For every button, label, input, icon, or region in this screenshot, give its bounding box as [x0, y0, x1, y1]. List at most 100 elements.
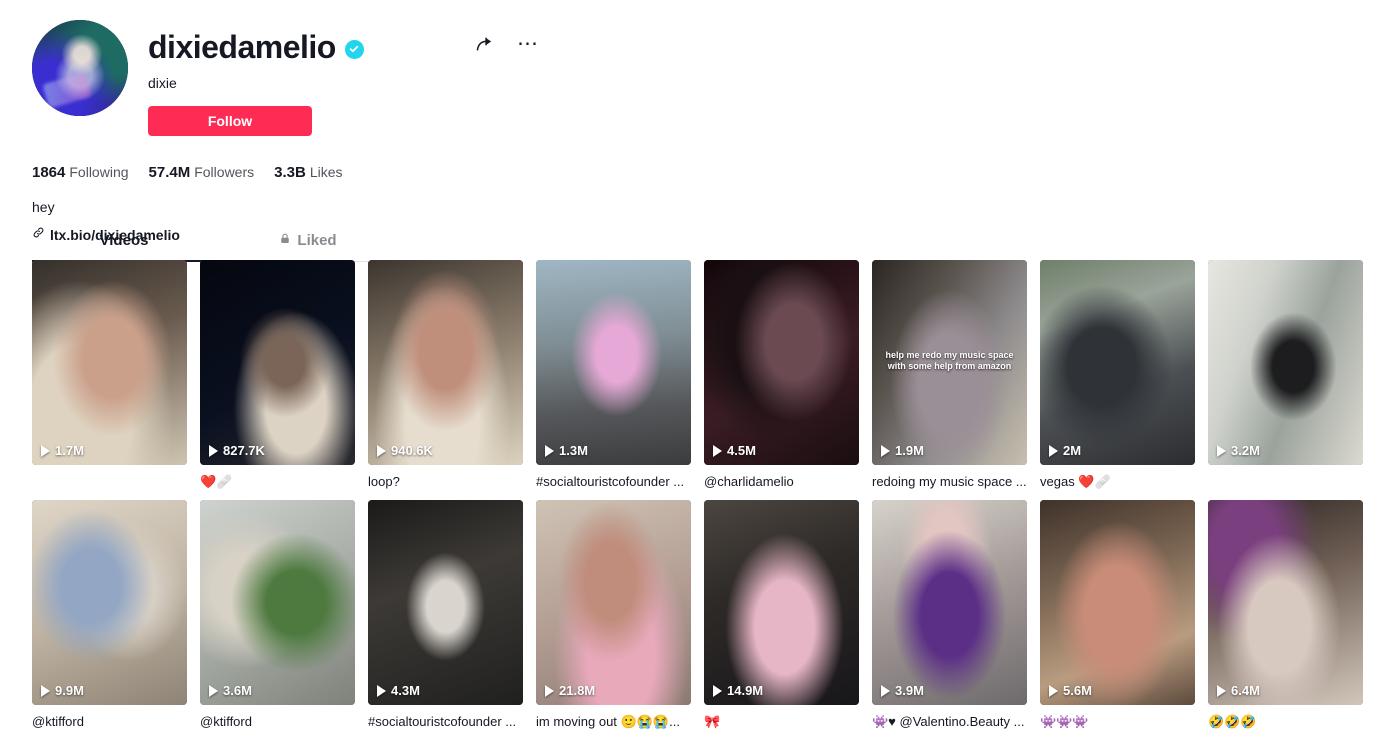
follow-button[interactable]: Follow: [148, 106, 312, 136]
video-thumbnail[interactable]: help me redo my music space with some he…: [872, 260, 1027, 465]
video-cell: 827.7K ❤️🩹: [200, 260, 355, 490]
video-cell: help me redo my music space with some he…: [872, 260, 1027, 490]
play-count: 4.3M: [377, 683, 420, 698]
video-cell: 3.6M @ktifford: [200, 500, 355, 730]
video-caption[interactable]: #socialtouristcofounder ...: [536, 473, 691, 490]
thumbnail-image: [872, 500, 1027, 705]
play-count-value: 1.3M: [559, 443, 588, 458]
share-icon[interactable]: [472, 32, 496, 56]
video-thumbnail[interactable]: 940.6K: [368, 260, 523, 465]
video-thumbnail[interactable]: 1.7M: [32, 260, 187, 465]
stat-followers[interactable]: 57.4M Followers: [149, 164, 255, 181]
play-count-value: 5.6M: [1063, 683, 1092, 698]
video-caption[interactable]: @ktifford: [200, 713, 355, 730]
video-thumbnail[interactable]: 9.9M: [32, 500, 187, 705]
play-count: 3.2M: [1217, 443, 1260, 458]
video-caption[interactable]: loop?: [368, 473, 523, 490]
video-grid: 1.7M 827.7K ❤️🩹 940.6K loop? 1.3M #socialtouri…: [32, 260, 1378, 730]
play-count-value: 4.3M: [391, 683, 420, 698]
tab-videos-label: Videos: [99, 232, 149, 249]
video-caption[interactable]: 👾👾👾: [1040, 713, 1195, 730]
video-cell: 940.6K loop?: [368, 260, 523, 490]
play-count-value: 21.8M: [559, 683, 596, 698]
play-icon: [1049, 444, 1058, 457]
video-thumbnail[interactable]: 4.5M: [704, 260, 859, 465]
lock-icon: [279, 232, 291, 249]
play-count-value: 827.7K: [223, 443, 265, 458]
video-thumbnail[interactable]: 827.7K: [200, 260, 355, 465]
video-thumbnail[interactable]: 1.3M: [536, 260, 691, 465]
video-cell: 14.9M 🎀: [704, 500, 859, 730]
thumbnail-image: [32, 500, 187, 705]
video-thumbnail[interactable]: 5.6M: [1040, 500, 1195, 705]
video-thumbnail[interactable]: 21.8M: [536, 500, 691, 705]
more-options-icon[interactable]: ⋯: [516, 32, 540, 56]
tab-liked[interactable]: Liked: [216, 224, 400, 261]
video-cell: 5.6M 👾👾👾: [1040, 500, 1195, 730]
thumbnail-image: [536, 260, 691, 465]
video-cell: 4.3M #socialtouristcofounder ...: [368, 500, 523, 730]
play-count: 1.3M: [545, 443, 588, 458]
play-count: 940.6K: [377, 443, 433, 458]
thumbnail-image: [200, 500, 355, 705]
video-caption[interactable]: redoing my music space ...: [872, 473, 1027, 490]
video-caption[interactable]: ❤️🩹: [200, 473, 355, 490]
video-cell: 2M vegas ❤️🩹: [1040, 260, 1195, 490]
page-title: dixiedamelio: [148, 29, 336, 65]
play-count-value: 3.9M: [895, 683, 924, 698]
thumbnail-image: [536, 500, 691, 705]
video-caption[interactable]: vegas ❤️🩹: [1040, 473, 1195, 490]
video-caption[interactable]: @charlidamelio: [704, 473, 859, 490]
video-caption[interactable]: im moving out 🙂😭😭...: [536, 713, 691, 730]
video-caption[interactable]: 👾♥ @Valentino.Beauty ...: [872, 713, 1027, 730]
bio-text: hey: [32, 199, 55, 215]
play-count-value: 9.9M: [55, 683, 84, 698]
stats-row: 1864 Following 57.4M Followers 3.3B Likes: [32, 164, 1352, 181]
avatar[interactable]: [32, 20, 128, 116]
header-actions: ⋯: [472, 32, 540, 56]
thumbnail-image: [200, 260, 355, 465]
following-count: 1864: [32, 164, 66, 181]
play-count: 3.9M: [881, 683, 924, 698]
following-label: Following: [69, 164, 129, 180]
thumbnail-overlay-text: help me redo my music space with some he…: [885, 350, 1014, 372]
video-thumbnail[interactable]: 14.9M: [704, 500, 859, 705]
play-count: 4.5M: [713, 443, 756, 458]
tiktok-profile-page: dixiedamelio dixie Follow ⋯ 1864 Followi…: [0, 0, 1378, 744]
video-thumbnail[interactable]: 4.3M: [368, 500, 523, 705]
likes-label: Likes: [309, 164, 343, 180]
profile-tabs: Videos Liked: [32, 224, 400, 262]
tab-videos[interactable]: Videos: [32, 224, 216, 262]
play-count-value: 3.2M: [1231, 443, 1260, 458]
video-caption[interactable]: #socialtouristcofounder ...: [368, 713, 523, 730]
profile-header: dixiedamelio dixie Follow ⋯ 1864 Followi…: [32, 20, 1352, 244]
video-thumbnail[interactable]: 2M: [1040, 260, 1195, 465]
video-thumbnail[interactable]: 6.4M: [1208, 500, 1363, 705]
play-count-value: 2M: [1063, 443, 1082, 458]
followers-label: Followers: [194, 164, 255, 180]
video-thumbnail[interactable]: 3.2M: [1208, 260, 1363, 465]
play-icon: [209, 444, 218, 457]
username-line: dixiedamelio: [148, 28, 1352, 66]
stat-following[interactable]: 1864 Following: [32, 164, 129, 181]
identity-row: dixiedamelio dixie Follow ⋯: [32, 20, 1352, 136]
thumbnail-image: [32, 260, 187, 465]
play-count-value: 1.9M: [895, 443, 924, 458]
play-count: 1.7M: [41, 443, 84, 458]
play-count: 1.9M: [881, 443, 924, 458]
play-count: 827.7K: [209, 443, 265, 458]
video-thumbnail[interactable]: 3.9M: [872, 500, 1027, 705]
video-caption[interactable]: @ktifford: [32, 713, 187, 730]
play-icon: [1217, 684, 1226, 697]
tab-liked-label: Liked: [297, 232, 337, 249]
play-count-value: 14.9M: [727, 683, 764, 698]
play-icon: [41, 444, 50, 457]
thumbnail-image: [1040, 260, 1195, 465]
video-cell: 4.5M @charlidamelio: [704, 260, 859, 490]
video-cell: 1.7M: [32, 260, 187, 490]
video-thumbnail[interactable]: 3.6M: [200, 500, 355, 705]
video-caption[interactable]: 🎀: [704, 713, 859, 730]
play-count: 9.9M: [41, 683, 84, 698]
video-caption[interactable]: 🤣🤣🤣: [1208, 713, 1363, 730]
play-count-value: 3.6M: [223, 683, 252, 698]
